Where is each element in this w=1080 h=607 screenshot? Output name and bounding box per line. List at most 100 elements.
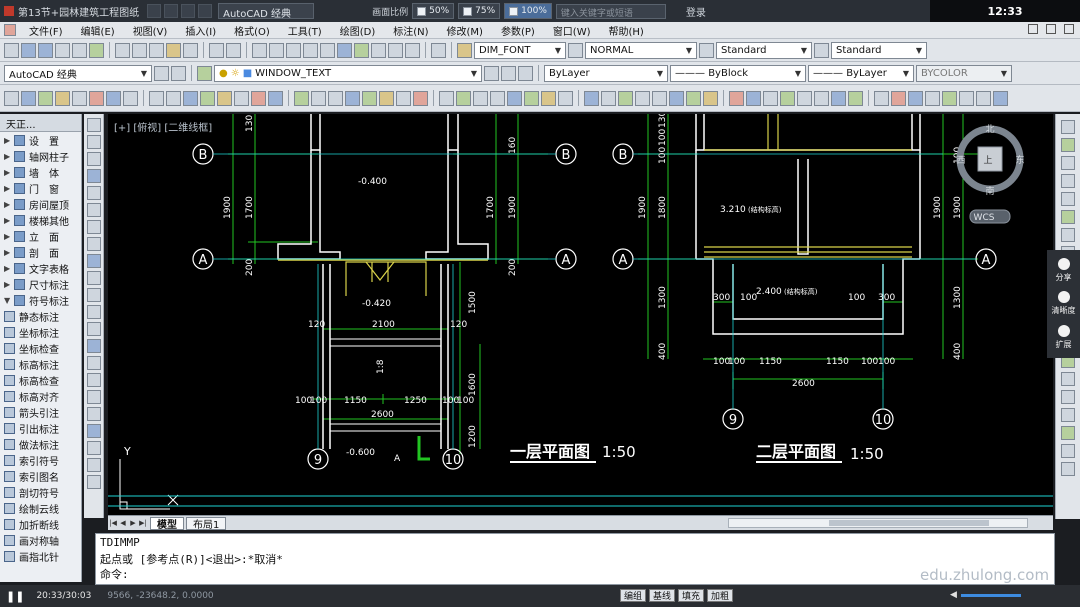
menu-window[interactable]: 窗口(W): [544, 23, 600, 38]
draw-tool-icon[interactable]: [86, 271, 101, 285]
tianzheng-tool-icon[interactable]: [328, 90, 343, 106]
minimize-icon[interactable]: [1028, 24, 1038, 34]
layer-manager-icon[interactable]: [171, 65, 186, 81]
draw-tool-icon[interactable]: [86, 254, 101, 268]
tianzheng-tool-icon[interactable]: [635, 90, 650, 106]
menu-help[interactable]: 帮助(H): [600, 23, 653, 38]
menu-item[interactable]: 标高检查: [0, 372, 81, 388]
tianzheng-tool-icon[interactable]: [234, 90, 249, 106]
tianzheng-tool-icon[interactable]: [38, 90, 53, 106]
next-tab-icon[interactable]: ▶: [128, 519, 138, 527]
new-file-icon[interactable]: [147, 4, 162, 18]
draw-tool-icon[interactable]: [86, 220, 101, 234]
draw-tool-icon[interactable]: [86, 237, 101, 251]
share-button[interactable]: 分享: [1056, 258, 1072, 283]
menu-item[interactable]: ▶ 楼梯其他: [0, 212, 81, 228]
menu-file[interactable]: 文件(F): [20, 23, 72, 38]
expand-button[interactable]: 扩展: [1056, 324, 1072, 350]
menu-item[interactable]: 加折断线: [0, 516, 81, 532]
menu-tools[interactable]: 工具(T): [279, 23, 331, 38]
tianzheng-tool-icon[interactable]: [942, 90, 957, 106]
undo-icon[interactable]: [181, 4, 196, 18]
first-tab-icon[interactable]: |◀: [108, 519, 118, 527]
tianzheng-tool-icon[interactable]: [959, 90, 974, 106]
tab-model[interactable]: 模型: [150, 516, 184, 531]
tianzheng-tool-icon[interactable]: [413, 90, 428, 106]
modify-tool-icon[interactable]: [1061, 192, 1075, 206]
menu-item[interactable]: 坐标标注: [0, 324, 81, 340]
menu-item[interactable]: 静态标注: [0, 308, 81, 324]
tianzheng-tool-icon[interactable]: [814, 90, 829, 106]
tianzheng-tool-icon[interactable]: [584, 90, 599, 106]
zoom-realtime-icon[interactable]: [269, 42, 284, 58]
tianzheng-tool-icon[interactable]: [524, 90, 539, 106]
fill-toggle[interactable]: 填充: [678, 589, 705, 602]
draw-tool-icon[interactable]: [86, 373, 101, 387]
zoom-window-icon[interactable]: [286, 42, 301, 58]
tianzheng-tool-icon[interactable]: [669, 90, 684, 106]
menu-item[interactable]: 画对称轴: [0, 532, 81, 548]
modify-tool-icon[interactable]: [1061, 120, 1075, 134]
modify-tool-icon[interactable]: [1061, 426, 1075, 440]
menu-format[interactable]: 格式(O): [225, 23, 279, 38]
menu-item[interactable]: 坐标检查: [0, 340, 81, 356]
menu-insert[interactable]: 插入(I): [176, 23, 225, 38]
tianzheng-tool-icon[interactable]: [268, 90, 283, 106]
workspace-switcher[interactable]: AutoCAD 经典: [218, 3, 315, 19]
menu-item[interactable]: 绘制云线: [0, 500, 81, 516]
tianzheng-tool-icon[interactable]: [149, 90, 164, 106]
group-toggle[interactable]: 编组: [620, 589, 647, 602]
tianzheng-tool-icon[interactable]: [379, 90, 394, 106]
preview-icon[interactable]: [72, 42, 87, 58]
tianzheng-tool-icon[interactable]: [251, 90, 266, 106]
horizontal-scrollbar[interactable]: [728, 518, 1028, 528]
tianzheng-tool-icon[interactable]: [490, 90, 505, 106]
pan-icon[interactable]: [252, 42, 267, 58]
menu-item[interactable]: ▶ 尺寸标注: [0, 276, 81, 292]
tianzheng-tool-icon[interactable]: [123, 90, 138, 106]
pause-icon[interactable]: ❚❚: [6, 590, 24, 603]
workspace-select[interactable]: AutoCAD 经典 ▼: [4, 64, 152, 82]
tianzheng-tool-icon[interactable]: [729, 90, 744, 106]
modify-tool-icon[interactable]: [1061, 408, 1075, 422]
redo-icon[interactable]: [226, 42, 241, 58]
tianzheng-tool-icon[interactable]: [925, 90, 940, 106]
tianzheng-tool-icon[interactable]: [976, 90, 991, 106]
draw-tool-icon[interactable]: [86, 152, 101, 166]
modify-tool-icon[interactable]: [1061, 372, 1075, 386]
draw-tool-icon[interactable]: [86, 186, 101, 200]
tianzheng-tool-icon[interactable]: [797, 90, 812, 106]
menu-item[interactable]: ▶ 剖 面: [0, 244, 81, 260]
tianzheng-tool-icon[interactable]: [601, 90, 616, 106]
command-prompt[interactable]: 命令:: [100, 566, 1050, 581]
viewcube[interactable]: 北 南 东 西 上 WCS: [956, 124, 1025, 224]
prev-tab-icon[interactable]: ◀: [118, 519, 128, 527]
menu-item[interactable]: ▶ 设 置: [0, 132, 81, 148]
mleader-style-icon[interactable]: [814, 42, 829, 58]
tianzheng-tool-icon[interactable]: [780, 90, 795, 106]
tool-palettes-icon[interactable]: [354, 42, 369, 58]
tianzheng-tool-icon[interactable]: [993, 90, 1008, 106]
markup-icon[interactable]: [388, 42, 403, 58]
tianzheng-tool-icon[interactable]: [618, 90, 633, 106]
menu-item[interactable]: ▶ 立 面: [0, 228, 81, 244]
menu-item[interactable]: ▶ 文字表格: [0, 260, 81, 276]
draw-tool-icon[interactable]: [86, 390, 101, 404]
table-style-select[interactable]: Standard ▼: [716, 41, 812, 59]
app-logo-icon[interactable]: [4, 6, 14, 16]
tianzheng-tool-icon[interactable]: [541, 90, 556, 106]
plot-icon[interactable]: [55, 42, 70, 58]
zoom-100-button[interactable]: 100%: [504, 3, 552, 19]
table-style-icon[interactable]: [699, 42, 714, 58]
menu-item[interactable]: 画指北针: [0, 548, 81, 564]
menu-item[interactable]: 索引图名: [0, 468, 81, 484]
menu-modify[interactable]: 修改(M): [438, 23, 492, 38]
properties-icon[interactable]: [320, 42, 335, 58]
modify-tool-icon[interactable]: [1061, 138, 1075, 152]
color-select[interactable]: ByLayer ▼: [544, 64, 668, 82]
tianzheng-tool-icon[interactable]: [908, 90, 923, 106]
tianzheng-tool-icon[interactable]: [848, 90, 863, 106]
zoom-75-button[interactable]: 75%: [458, 3, 501, 19]
menu-item[interactable]: 剖切符号: [0, 484, 81, 500]
draw-tool-icon[interactable]: [86, 203, 101, 217]
